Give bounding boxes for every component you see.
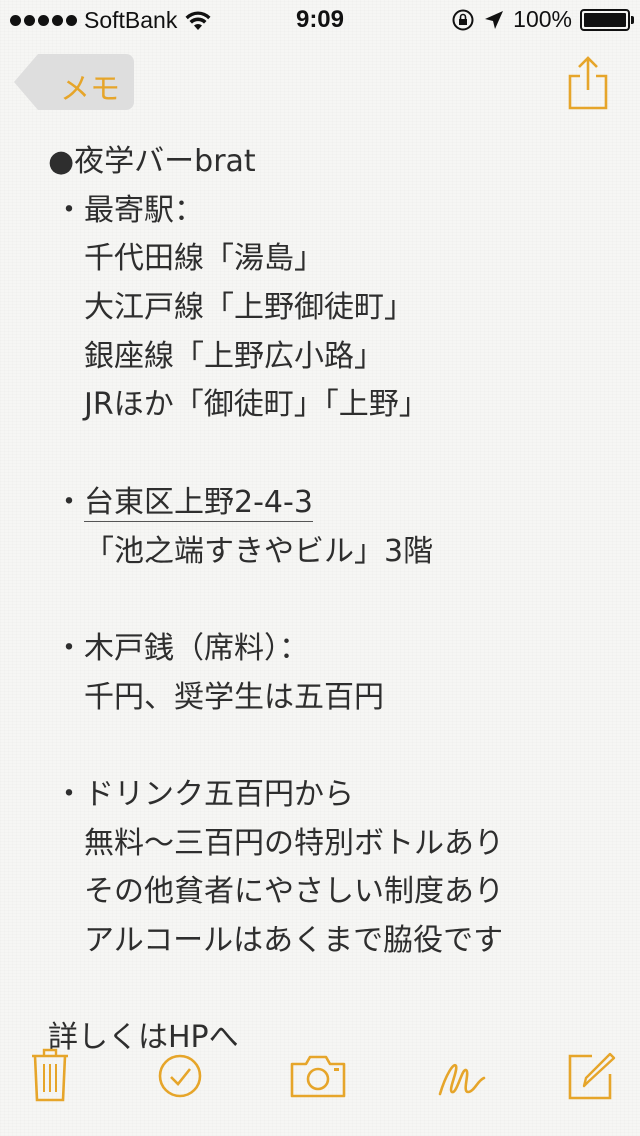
back-label: メモ [60,72,120,107]
note-line: アルコールはあくまで脇役です [84,923,504,958]
status-right: 100% [451,6,634,33]
address-link[interactable]: 台東区上野2-4-3 [84,484,313,522]
note-line: 無料〜三百円の特別ボトルあり [84,825,504,861]
note-blank-line [48,966,618,1015]
camera-button[interactable] [288,1044,348,1104]
back-button[interactable]: メモ [14,54,134,110]
location-arrow-icon [485,10,504,29]
note-title: ●夜学バーbrat [48,144,256,179]
compose-button[interactable] [562,1044,622,1104]
note-blank-line [48,722,618,771]
note-line: ・ドリンク五百円から [48,771,618,820]
note-line-text: ・木戸銭（席料）： [54,630,309,666]
share-icon [568,56,608,110]
note-line: 千代田線「湯島」 [84,241,324,277]
rotation-lock-icon [452,9,474,30]
note-line-text: ・ドリンク五百円から [54,776,354,812]
note-body[interactable]: ●夜学バーbrat ・最寄駅： 千代田線「湯島」 大江戸線「上野御徒町」 銀座線… [48,138,618,1063]
camera-icon [290,1055,346,1098]
note-line: 「池之端すきやビル」3階 [84,533,434,569]
trash-icon [32,1048,68,1102]
note-address-line: ・台東区上野2-4-3 [48,479,618,528]
note-blank-line [48,430,618,479]
note-line: 千円、奨学生は五百円 [84,679,384,715]
bullet: ・ [54,484,84,520]
note-line: JRほか「御徒町」「上野」 [84,387,429,423]
checklist-icon [158,1054,202,1098]
checklist-button[interactable] [150,1044,210,1104]
share-button[interactable] [566,56,610,110]
battery-icon [580,8,634,31]
note-blank-line [48,576,618,625]
delete-button[interactable] [20,1044,80,1104]
note-line: 大江戸線「上野御徒町」 [84,290,414,326]
bottom-toolbar [0,1026,640,1136]
note-line: 銀座線「上野広小路」 [84,338,384,374]
sketch-button[interactable] [432,1044,492,1104]
status-bar: SoftBank 9:09 100% [0,0,640,40]
compose-icon [568,1052,616,1100]
note-line: その他貧者にやさしい制度あり [84,874,504,910]
sketch-icon [438,1063,486,1096]
note-line-text: ・最寄駅： [54,192,204,228]
battery-percentage: 100% [513,6,572,32]
note-line: ・木戸銭（席料）： [48,625,618,674]
note-line: ・最寄駅： [48,187,618,236]
